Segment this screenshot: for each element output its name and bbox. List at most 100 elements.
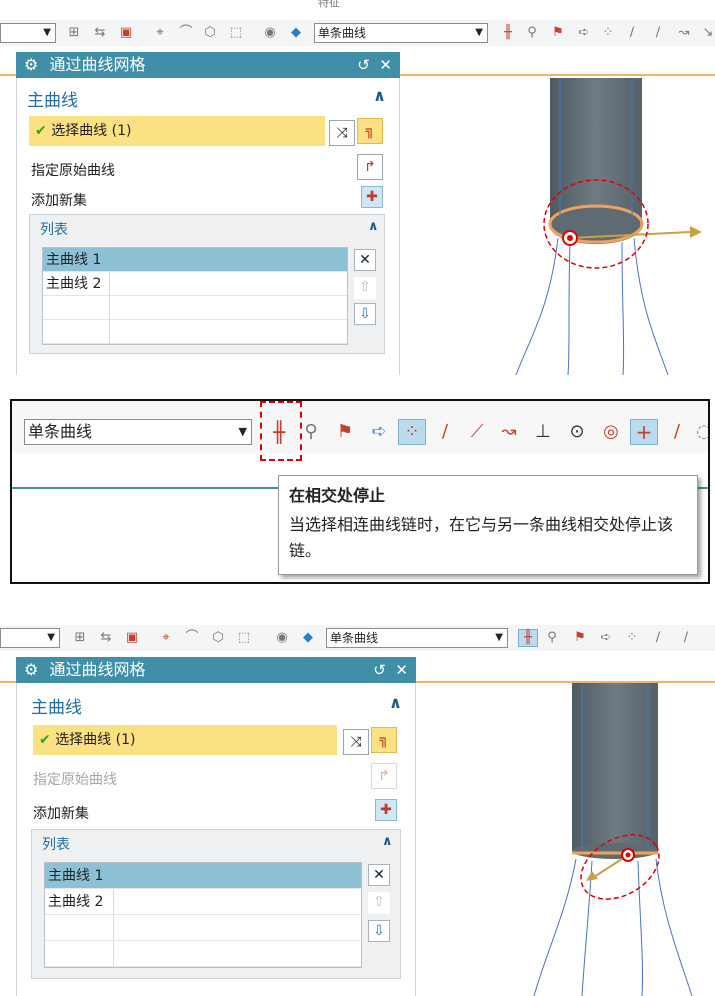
selection-filter-dropdown[interactable]: 单条曲线 ▼: [326, 628, 508, 648]
list-collapse-icon[interactable]: ∧: [368, 219, 379, 234]
point-on-curve-icon[interactable]: ↘: [700, 25, 715, 41]
specify-origin-label: 指定原始曲线: [33, 772, 117, 788]
dialog-title: 通过曲线网格: [49, 55, 146, 74]
move-down-icon[interactable]: ⇩: [354, 303, 376, 325]
select-curve-label: 选择曲线 (1): [55, 732, 136, 748]
select-curve-row[interactable]: ✔ 选择曲线 (1): [29, 116, 325, 146]
shade-icon[interactable]: ◉: [274, 630, 290, 646]
list-row[interactable]: 主曲线 2: [45, 889, 361, 915]
move-down-icon[interactable]: ⇩: [368, 920, 390, 942]
snap-point-icon[interactable]: ⁘: [600, 25, 616, 41]
mid-point-icon[interactable]: ∕: [678, 630, 694, 646]
reverse-direction-button[interactable]: ⤨: [343, 729, 369, 755]
section-icon[interactable]: ⇆: [98, 630, 114, 646]
stop-at-intersection-icon[interactable]: ╫: [518, 629, 538, 647]
section-icon[interactable]: ⇆: [92, 25, 108, 41]
toolbar-dropdown-left[interactable]: ▼: [0, 628, 60, 648]
path-arrow-icon[interactable]: ➪: [368, 421, 390, 443]
point-on-curve-icon[interactable]: ∕: [666, 421, 688, 443]
fillet-icon[interactable]: ⌒: [178, 25, 194, 41]
selection-filter-dropdown-zoomed[interactable]: 单条曲线 ▼: [24, 419, 252, 445]
mid-point-icon[interactable]: ∕: [650, 25, 666, 41]
stop-at-intersection-icon[interactable]: ╫: [500, 25, 516, 41]
delete-icon[interactable]: ✕: [368, 864, 390, 886]
curve-rule-icon[interactable]: ⊞: [66, 25, 82, 41]
reverse-direction-button[interactable]: ⤨: [329, 120, 355, 146]
highlight-box: [260, 401, 302, 461]
ribbon-group-label: 特征: [318, 0, 340, 9]
reset-icon[interactable]: ↺: [373, 661, 386, 679]
path-arrow-icon[interactable]: ➪: [598, 630, 614, 646]
curve-list-table: 主曲线 1 主曲线 2: [44, 862, 362, 968]
screenshot-top: 特征 ▼ ⊞ ⇆ ▣ ⌖ ⌒ ⬡ ⬚ ◉ ◆ 单条曲线 ▼ ╫ ⚲ ⚑ ➪ ⁘ ∕…: [0, 0, 715, 375]
shade-icon[interactable]: ◉: [262, 25, 278, 41]
dialog-body: 主曲线 ∧ ✔ 选择曲线 (1) ⤨ ╗ 指定原始曲线 ↱ 添加新集 ✚ 列表 …: [16, 683, 416, 996]
list-row-empty: [45, 915, 361, 941]
existing-point-icon[interactable]: +: [630, 419, 658, 445]
end-point-icon[interactable]: ∕: [434, 421, 456, 443]
snap-icon[interactable]: ⌖: [152, 25, 168, 41]
arc-center-icon[interactable]: ⊙: [566, 421, 588, 443]
snap-point-icon[interactable]: ⁘: [624, 630, 640, 646]
more-icon[interactable]: ◌: [696, 421, 708, 443]
section-title: 主曲线: [31, 698, 82, 718]
list-row[interactable]: 主曲线 1: [43, 248, 347, 272]
snap-point-icon[interactable]: ⁘: [398, 419, 426, 445]
move-up-icon: ⇧: [354, 277, 376, 299]
mid-point-icon[interactable]: ⟋: [466, 421, 488, 443]
feature-box-icon[interactable]: ▣: [118, 25, 134, 41]
select-curve-label: 选择曲线 (1): [51, 123, 132, 139]
gear-icon[interactable]: ⚙: [24, 660, 38, 679]
close-icon[interactable]: ✕: [379, 56, 392, 74]
snap-icon[interactable]: ⌖: [158, 630, 174, 646]
select-curve-row[interactable]: ✔ 选择曲线 (1): [33, 725, 337, 755]
edge-blend-icon[interactable]: ⬡: [202, 25, 218, 41]
chain-within-feature-icon[interactable]: ⚑: [334, 421, 356, 443]
delete-icon[interactable]: ✕: [354, 249, 376, 271]
follow-fillet-icon[interactable]: ⚲: [524, 25, 540, 41]
list-row-empty: [43, 320, 347, 344]
curve-rule-icon[interactable]: ⊞: [72, 630, 88, 646]
intersection-point-icon[interactable]: ⊥: [532, 421, 554, 443]
end-point-icon[interactable]: ∕: [650, 630, 666, 646]
list-collapse-icon[interactable]: ∧: [382, 834, 393, 849]
end-point-icon[interactable]: ∕: [624, 25, 640, 41]
follow-fillet-icon[interactable]: ⚲: [544, 630, 560, 646]
check-icon: ✔: [35, 123, 47, 139]
collapse-chevron-icon[interactable]: ∧: [389, 693, 402, 712]
curve-rule-button[interactable]: ╗: [371, 727, 397, 753]
chain-within-feature-icon[interactable]: ⚑: [572, 630, 588, 646]
chain-within-feature-icon[interactable]: ⚑: [550, 25, 566, 41]
path-arrow-icon[interactable]: ➪: [576, 25, 592, 41]
cube-view-icon[interactable]: ◆: [288, 25, 304, 41]
quadrant-point-icon[interactable]: ◎: [600, 421, 622, 443]
specify-origin-button[interactable]: ↱: [357, 154, 383, 180]
cube-view-icon[interactable]: ◆: [300, 630, 316, 646]
screenshot-bottom: ▼ ⊞ ⇆ ▣ ⌖ ⌒ ⬡ ⬚ ◉ ◆ 单条曲线 ▼ ╫ ⚲ ⚑ ➪ ⁘ ∕ ∕ …: [0, 605, 715, 996]
curve-rule-button[interactable]: ╗: [357, 118, 383, 144]
specify-origin-label: 指定原始曲线: [31, 163, 115, 179]
select-rect-icon[interactable]: ⬚: [228, 25, 244, 41]
close-icon[interactable]: ✕: [395, 661, 408, 679]
list-row[interactable]: 主曲线 2: [43, 272, 347, 296]
collapse-chevron-icon[interactable]: ∧: [373, 86, 386, 105]
control-point-icon[interactable]: ↝: [676, 25, 692, 41]
control-point-icon[interactable]: ↝: [498, 421, 520, 443]
tooltip-text: 当选择相连曲线链时，在它与另一条曲线相交处停止该链。: [289, 515, 674, 560]
reset-icon[interactable]: ↺: [357, 56, 370, 74]
add-set-button[interactable]: ✚: [361, 186, 383, 208]
dialog-header: ⚙ 通过曲线网格 ↺ ✕: [16, 52, 400, 78]
list-row[interactable]: 主曲线 1: [45, 863, 361, 889]
follow-fillet-icon[interactable]: ⚲: [300, 421, 322, 443]
selection-filter-value: 单条曲线: [330, 631, 379, 645]
selection-filter-value: 单条曲线: [318, 26, 367, 40]
feature-box-icon[interactable]: ▣: [124, 630, 140, 646]
edge-blend-icon[interactable]: ⬡: [210, 630, 226, 646]
gear-icon[interactable]: ⚙: [24, 55, 38, 74]
toolbar-dropdown-left[interactable]: ▼: [0, 23, 56, 43]
selection-filter-dropdown[interactable]: 单条曲线 ▼: [314, 23, 488, 43]
specify-origin-button: ↱: [371, 763, 397, 789]
add-set-button[interactable]: ✚: [375, 799, 397, 821]
select-rect-icon[interactable]: ⬚: [236, 630, 252, 646]
fillet-icon[interactable]: ⌒: [184, 630, 200, 646]
